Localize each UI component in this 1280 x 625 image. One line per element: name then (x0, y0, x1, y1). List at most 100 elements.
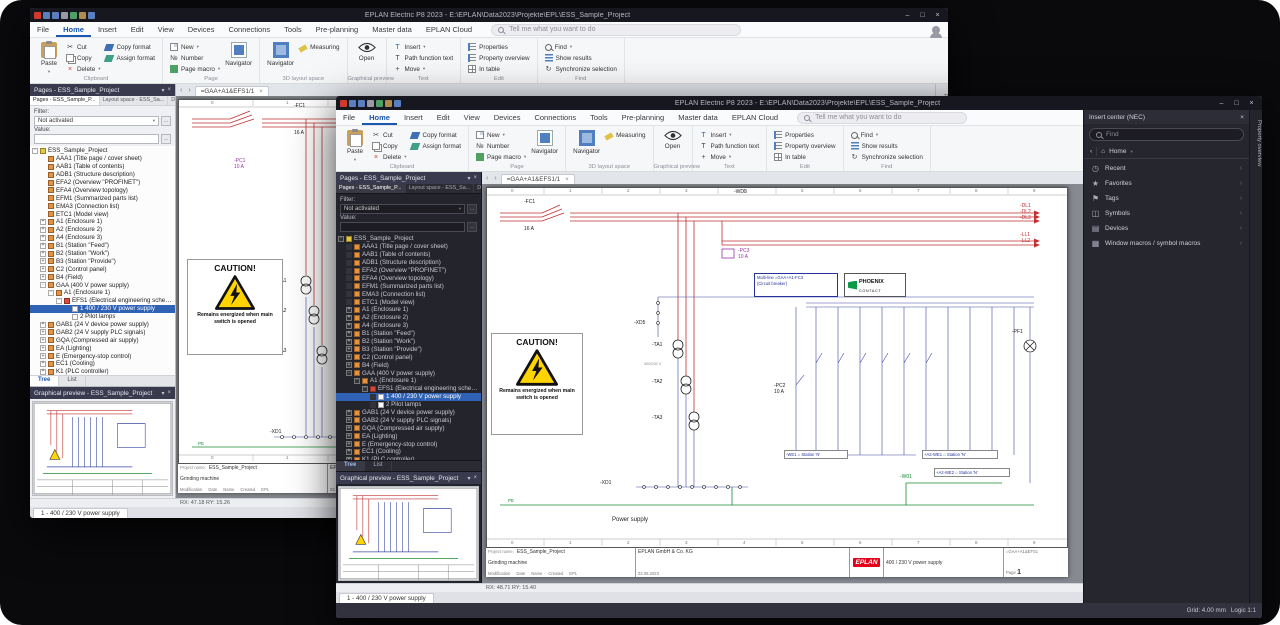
tree-expander-icon[interactable]: + (40, 251, 46, 257)
insert-center-item[interactable]: ⚑ Tags (1084, 191, 1249, 206)
synchronize-selection-button[interactable]: ↻Synchronize selection (545, 65, 617, 73)
tree-expander-icon[interactable] (40, 172, 46, 178)
show-results-button[interactable]: Show results (545, 54, 617, 62)
tree-item[interactable]: + B2 (Station "Work") (30, 250, 175, 258)
tree-item[interactable]: - GAA (400 V power supply) (336, 369, 481, 377)
breadcrumb[interactable]: Home (1109, 148, 1126, 155)
tree-item[interactable]: + A1 (Enclosure 1) (336, 306, 481, 314)
drawing-canvas[interactable]: 0123456789 0123456789 -FC116 A-WD3-DL1-D… (482, 184, 1083, 583)
tree-expander-icon[interactable]: + (40, 266, 46, 272)
insert-center-item[interactable]: ◫ Symbols (1084, 206, 1249, 221)
tree-item[interactable]: + GAB1 (24 V device power supply) (336, 409, 481, 417)
tree-expander-icon[interactable]: + (346, 323, 352, 329)
properties-button[interactable]: Properties (774, 131, 835, 139)
tree-expander-icon[interactable]: + (40, 329, 46, 335)
tree-expander-icon[interactable]: + (346, 433, 352, 439)
tree-expander-icon[interactable]: + (346, 354, 352, 360)
grid-indicator[interactable]: Grid: 4.00 mm (1187, 607, 1226, 614)
tree-item[interactable]: + A4 (Enclosure 3) (336, 322, 481, 330)
quick-access-toolbar[interactable] (34, 12, 95, 19)
tree-expander-icon[interactable]: + (346, 410, 352, 416)
filter-dropdown[interactable]: Not activated▾ (34, 116, 159, 126)
menu-tab[interactable]: Tools (277, 22, 309, 37)
tree-expander-icon[interactable] (346, 299, 352, 305)
tree-item[interactable]: + E (Emergency-stop control) (336, 440, 481, 448)
tree-item[interactable]: 1 400 / 230 V power supply (30, 305, 175, 313)
tree-item[interactable]: - EFS1 (Electrical engineering schematic… (30, 297, 175, 305)
tree-item[interactable]: - GAA (400 V power supply) (30, 281, 175, 289)
search-input[interactable]: Tell me what you want to do (491, 24, 741, 36)
tree-expander-icon[interactable]: - (32, 148, 38, 154)
tree-item[interactable]: EFA4 (Overview topology) (30, 186, 175, 194)
tree-expander-icon[interactable] (346, 244, 352, 250)
tree-expander-icon[interactable]: - (56, 298, 62, 304)
insert-text-button[interactable]: TInsert▾ (700, 131, 760, 139)
redo-icon[interactable] (385, 100, 392, 107)
dock-tab[interactable]: Layout space - ESS_Sa... (406, 184, 475, 193)
tree-item[interactable]: + B4 (Field) (30, 273, 175, 281)
preview-panel-header[interactable]: Graphical preview - ESS_Sample_Project ▾… (30, 387, 175, 399)
tree-expander-icon[interactable] (64, 314, 70, 320)
tree-expander-icon[interactable]: + (346, 331, 352, 337)
tree-expander-icon[interactable] (346, 252, 352, 258)
pages-panel-header[interactable]: Pages - ESS_Sample_Project ▾ × (336, 172, 481, 184)
copy-button[interactable]: Copy (372, 142, 406, 150)
new-page-button[interactable]: New▾ (476, 131, 526, 139)
undo-icon[interactable] (376, 100, 383, 107)
path-function-text-button[interactable]: TPath function text (700, 142, 760, 150)
menu-tab[interactable]: EPLAN Cloud (419, 22, 479, 37)
find-button[interactable]: Find▾ (851, 131, 923, 139)
tree-expander-icon[interactable] (370, 402, 376, 408)
property-overview-button[interactable]: Property overview (774, 142, 835, 150)
panel-caret-icon[interactable]: ▾ (467, 175, 470, 182)
insert-center-item[interactable]: ◷ Recent (1084, 161, 1249, 176)
panel-close-icon[interactable]: × (473, 475, 477, 481)
assign-format-button[interactable]: Assign format (105, 54, 155, 62)
undo-icon[interactable] (70, 12, 77, 19)
measuring-button[interactable]: Measuring (605, 131, 645, 139)
tree-item[interactable]: 2 Pilot lamps (30, 313, 175, 321)
tree-item[interactable]: ADB1 (Structure description) (30, 171, 175, 179)
tree-item[interactable]: + B1 (Station "Feed") (336, 330, 481, 338)
value-browse-button[interactable]: … (161, 134, 171, 144)
tree-expander-icon[interactable]: - (346, 370, 352, 376)
insert-center-header[interactable]: Insert center (NEC) × (1084, 110, 1249, 124)
save-icon[interactable] (61, 12, 68, 19)
tree-expander-icon[interactable]: + (40, 243, 46, 249)
search-input[interactable]: Tell me what you want to do (797, 112, 967, 124)
insert-center-search-input[interactable]: Find (1089, 128, 1244, 141)
open-preview-button[interactable]: Open (355, 41, 379, 62)
preview-canvas[interactable] (32, 401, 173, 496)
move-button[interactable]: +Move▾ (394, 65, 454, 73)
layout-navigator-button[interactable]: Navigator (267, 41, 294, 67)
tree-expander-icon[interactable] (40, 195, 46, 201)
menu-tab[interactable]: Insert (397, 110, 430, 125)
tree-item[interactable]: EFA2 (Overview "PROFINET") (336, 267, 481, 275)
user-profile-icon[interactable] (932, 26, 940, 34)
menu-tab[interactable]: EPLAN Cloud (725, 110, 785, 125)
tree-expander-icon[interactable]: + (346, 339, 352, 345)
cut-button[interactable]: ✂Cut (66, 43, 100, 51)
tree-item[interactable]: - ESS_Sample_Project (30, 147, 175, 155)
property-overview-button[interactable]: Property overview (468, 54, 529, 62)
show-results-button[interactable]: Show results (851, 142, 923, 150)
tree-expander-icon[interactable]: - (338, 236, 344, 242)
measuring-button[interactable]: Measuring (299, 43, 339, 51)
minimize-button[interactable]: – (900, 12, 915, 19)
open-icon[interactable] (52, 12, 59, 19)
tree-item[interactable]: + C2 (Control panel) (336, 353, 481, 361)
tree-item[interactable]: + B1 (Station "Feed") (30, 242, 175, 250)
minimize-button[interactable]: – (1214, 100, 1229, 107)
tab-close-icon[interactable]: × (565, 177, 569, 183)
delete-button[interactable]: ×Delete▾ (66, 65, 100, 73)
tab-close-icon[interactable]: × (259, 89, 263, 95)
in-table-button[interactable]: In table (468, 65, 529, 73)
value-input[interactable] (34, 134, 159, 144)
tree-expander-icon[interactable] (346, 275, 352, 281)
menu-tab[interactable]: Home (362, 110, 397, 125)
tree-expander-icon[interactable] (64, 306, 70, 312)
tree-item[interactable]: 1 400 / 230 V power supply (336, 393, 481, 401)
tree-expander-icon[interactable]: + (346, 362, 352, 368)
tree-expander-icon[interactable] (40, 187, 46, 193)
panel-close-icon[interactable]: × (167, 390, 171, 396)
